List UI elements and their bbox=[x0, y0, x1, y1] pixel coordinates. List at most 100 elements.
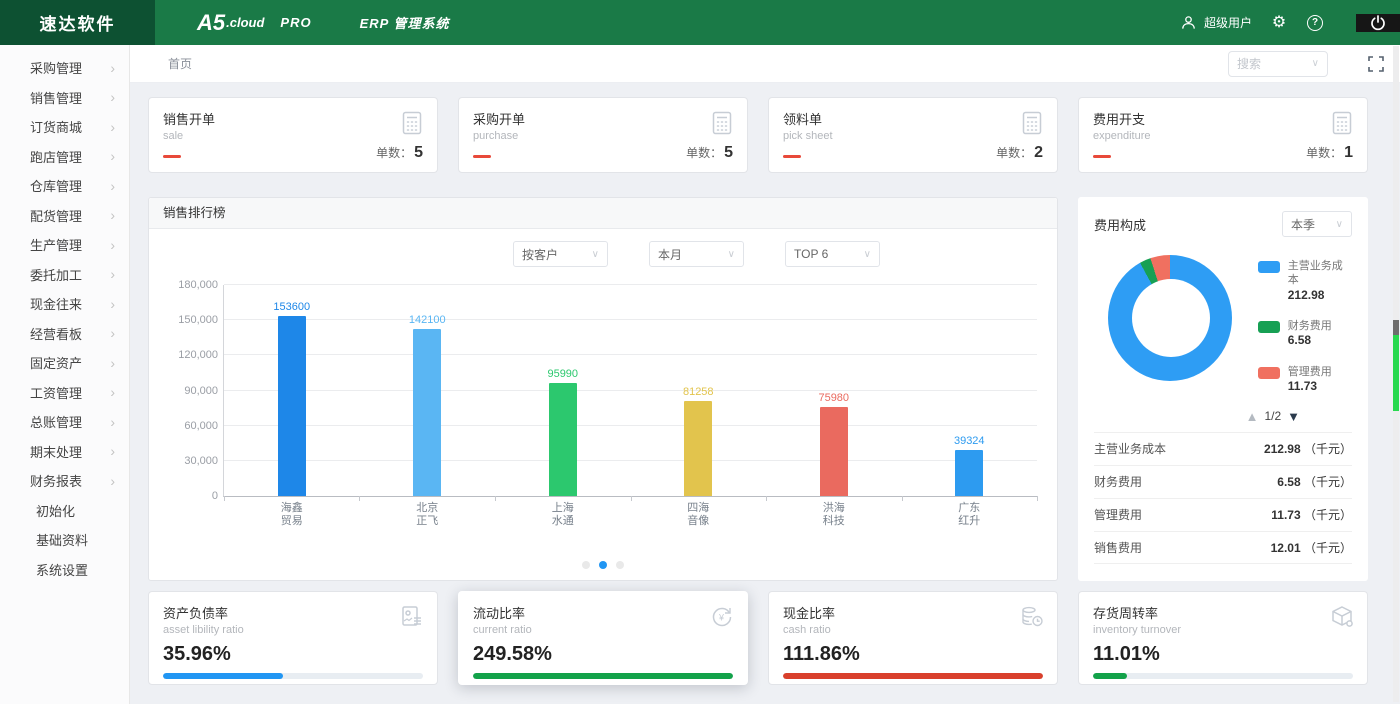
bar-0[interactable] bbox=[278, 316, 306, 496]
progress-track bbox=[473, 673, 733, 679]
sidebar-item-label: 采购管理 bbox=[30, 58, 110, 77]
sidebar-item-8[interactable]: 现金往来› bbox=[0, 289, 129, 319]
legend-swatch bbox=[1258, 321, 1280, 333]
stat-card-3[interactable]: 费用开支 expenditure 单数：1 bbox=[1078, 97, 1368, 173]
sidebar-item-17[interactable]: 系统设置 bbox=[0, 555, 129, 585]
ratio-card-subtitle: asset libility ratio bbox=[163, 624, 423, 636]
ratio-card-2[interactable]: 现金比率 cash ratio 111.86% bbox=[768, 591, 1058, 685]
logout-power-button[interactable] bbox=[1356, 14, 1400, 32]
breadcrumb-home[interactable]: 首页 bbox=[168, 55, 192, 72]
sidebar-item-label: 生产管理 bbox=[30, 235, 110, 254]
sidebar-item-15[interactable]: 初始化 bbox=[0, 496, 129, 526]
sidebar-item-3[interactable]: 跑店管理› bbox=[0, 142, 129, 172]
legend-item-1[interactable]: 财务费用6.58 bbox=[1258, 319, 1352, 349]
chevron-down-icon: ∨ bbox=[1312, 58, 1319, 69]
ratio-card-1[interactable]: 流动比率 current ratio 249.58% ¥ bbox=[458, 591, 748, 685]
sidebar-item-label: 跑店管理 bbox=[30, 147, 110, 166]
bar-1[interactable] bbox=[413, 329, 441, 496]
period-select[interactable]: 本季 ∨ bbox=[1282, 211, 1352, 237]
ratio-value: 111.86% bbox=[783, 643, 1043, 666]
gridline bbox=[224, 354, 1037, 355]
legend-label: 财务费用 bbox=[1288, 320, 1332, 332]
sidebar-item-9[interactable]: 经营看板› bbox=[0, 319, 129, 349]
sidebar-item-5[interactable]: 配货管理› bbox=[0, 201, 129, 231]
sidebar-item-11[interactable]: 工资管理› bbox=[0, 378, 129, 408]
x-axis-category-label: 海鑫 贸易 bbox=[281, 502, 303, 528]
fullscreen-icon[interactable] bbox=[1368, 56, 1384, 72]
bar-2[interactable] bbox=[549, 383, 577, 496]
y-axis-tick-label: 30,000 bbox=[160, 455, 218, 467]
legend-pager: ▲ 1/2 ▼ bbox=[1094, 409, 1352, 424]
chevron-down-icon: ∨ bbox=[864, 249, 871, 260]
ratio-card-0[interactable]: 资产负债率 asset libility ratio 35.96% bbox=[148, 591, 438, 685]
ratio-cards-row: 资产负债率 asset libility ratio 35.96% 流动比率 c… bbox=[148, 591, 1368, 685]
sidebar-item-13[interactable]: 期末处理› bbox=[0, 437, 129, 467]
carousel-dot-1[interactable] bbox=[599, 561, 607, 569]
chevron-right-icon: › bbox=[110, 120, 115, 134]
chevron-down-icon: ∨ bbox=[1336, 219, 1343, 230]
sidebar: 采购管理›销售管理›订货商城›跑店管理›仓库管理›配货管理›生产管理›委托加工›… bbox=[0, 45, 130, 704]
x-axis-category-label: 广东 红升 bbox=[958, 502, 980, 528]
sidebar-nav: 采购管理›销售管理›订货商城›跑店管理›仓库管理›配货管理›生产管理›委托加工›… bbox=[0, 53, 129, 584]
sidebar-item-7[interactable]: 委托加工› bbox=[0, 260, 129, 290]
bar-4[interactable] bbox=[820, 407, 848, 496]
bar-5[interactable] bbox=[955, 450, 983, 496]
sidebar-item-1[interactable]: 销售管理› bbox=[0, 83, 129, 113]
red-dash bbox=[1093, 155, 1111, 158]
ratio-value: 35.96% bbox=[163, 643, 423, 666]
legend-item-2[interactable]: 管理费用11.73 bbox=[1258, 365, 1352, 395]
chart-filter-select-2[interactable]: TOP 6∨ bbox=[785, 241, 880, 267]
sidebar-item-label: 初始化 bbox=[36, 501, 115, 520]
ratio-value: 11.01% bbox=[1093, 643, 1353, 666]
carousel-dot-0[interactable] bbox=[582, 561, 590, 569]
stat-card-0[interactable]: 销售开单 sale 单数：5 bbox=[148, 97, 438, 173]
carousel-dot-2[interactable] bbox=[616, 561, 624, 569]
calculator-icon bbox=[1329, 110, 1355, 136]
chevron-right-icon: › bbox=[110, 415, 115, 429]
help-icon[interactable]: ? bbox=[1306, 14, 1324, 32]
sidebar-item-0[interactable]: 采购管理› bbox=[0, 53, 129, 83]
chart-filter-select-1[interactable]: 本月∨ bbox=[649, 241, 744, 267]
donut-legend: 主营业务成本212.98 财务费用6.58 管理费用11.73 bbox=[1258, 255, 1352, 395]
pager-down-icon[interactable]: ▼ bbox=[1287, 409, 1300, 424]
sidebar-item-6[interactable]: 生产管理› bbox=[0, 230, 129, 260]
sidebar-item-14[interactable]: 财务报表› bbox=[0, 466, 129, 496]
red-dash bbox=[163, 155, 181, 158]
stat-card-2[interactable]: 领料单 pick sheet 单数：2 bbox=[768, 97, 1058, 173]
ratio-card-title: 现金比率 bbox=[783, 603, 1043, 622]
vertical-scrollbar[interactable] bbox=[1393, 46, 1399, 702]
sidebar-item-2[interactable]: 订货商城› bbox=[0, 112, 129, 142]
scrollbar-thumb-dark[interactable] bbox=[1393, 320, 1399, 335]
settings-gear-icon[interactable]: ⚙ bbox=[1270, 14, 1288, 32]
search-input[interactable]: 搜索 ∨ bbox=[1228, 51, 1328, 77]
stat-card-subtitle: pick sheet bbox=[783, 130, 1043, 142]
ratio-card-3[interactable]: 存货周转率 inventory turnover 11.01% bbox=[1078, 591, 1368, 685]
x-axis-tick bbox=[1037, 496, 1038, 501]
sidebar-item-4[interactable]: 仓库管理› bbox=[0, 171, 129, 201]
calculator-icon bbox=[709, 110, 735, 136]
progress-track bbox=[163, 673, 423, 679]
stat-card-title: 采购开单 bbox=[473, 109, 733, 128]
legend-item-0[interactable]: 主营业务成本212.98 bbox=[1258, 259, 1352, 303]
ratio-card-title: 资产负债率 bbox=[163, 603, 423, 622]
ratio-value: 249.58% bbox=[473, 643, 733, 666]
user-menu[interactable]: 超级用户 bbox=[1180, 14, 1252, 32]
stat-card-title: 领料单 bbox=[783, 109, 1043, 128]
sidebar-item-label: 工资管理 bbox=[30, 383, 110, 402]
stat-card-1[interactable]: 采购开单 purchase 单数：5 bbox=[458, 97, 748, 173]
scrollbar-thumb-green[interactable] bbox=[1393, 335, 1399, 411]
sidebar-item-16[interactable]: 基础资料 bbox=[0, 525, 129, 555]
brand-cloud: .cloud bbox=[226, 15, 264, 30]
stat-card-title: 销售开单 bbox=[163, 109, 423, 128]
sidebar-item-12[interactable]: 总账管理› bbox=[0, 407, 129, 437]
chart-filter-select-0[interactable]: 按客户∨ bbox=[513, 241, 608, 267]
chevron-right-icon: › bbox=[110, 356, 115, 370]
bar-chart-plot: 030,00060,00090,000120,000150,000180,000… bbox=[223, 285, 1037, 497]
expense-row-3: 销售费用 12.01 （千元） bbox=[1094, 531, 1352, 564]
expense-list: 主营业务成本 212.98 （千元）财务费用 6.58 （千元）管理费用 11.… bbox=[1094, 432, 1352, 564]
sidebar-item-10[interactable]: 固定资产› bbox=[0, 348, 129, 378]
bar-3[interactable] bbox=[684, 401, 712, 496]
expense-value: 12.01 bbox=[1271, 541, 1301, 555]
pager-up-icon[interactable]: ▲ bbox=[1246, 409, 1259, 424]
sidebar-item-label: 销售管理 bbox=[30, 88, 110, 107]
